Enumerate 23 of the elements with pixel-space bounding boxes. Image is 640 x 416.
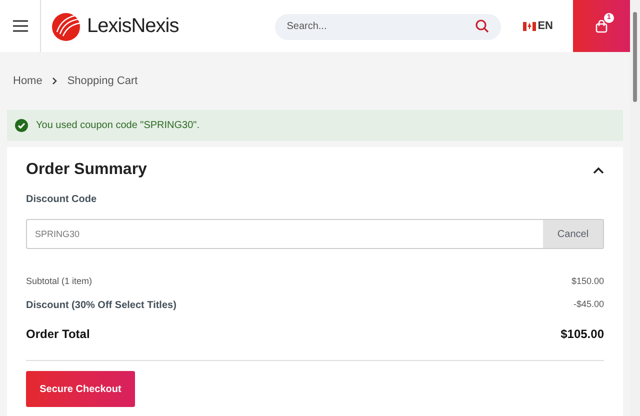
language-selector[interactable]: EN — [538, 18, 553, 34]
search-field[interactable]: Search... — [274, 14, 501, 40]
order-summary-title: Order Summary — [26, 160, 147, 180]
breadcrumb-link[interactable]: Home — [13, 72, 42, 90]
check-circle-icon — [15, 119, 28, 132]
discount-code-label: Discount Code — [26, 193, 98, 207]
collapse-chevron-icon[interactable] — [593, 166, 604, 174]
flag-icon[interactable] — [522, 22, 536, 30]
summary-amount: $105.00 — [560, 326, 604, 343]
logo-text[interactable]: LexisNexis — [87, 11, 179, 41]
summary-label: Order Total — [26, 326, 90, 343]
summary-label: Discount (30% Off Select Titles) — [26, 298, 176, 312]
chevron-right-icon — [52, 77, 58, 85]
shopping-bag-icon — [595, 20, 608, 32]
alert-message: You used coupon code "SPRING30". — [36, 119, 200, 133]
logo-icon — [51, 10, 83, 42]
breadcrumb-link[interactable]: Shopping Cart — [67, 72, 138, 90]
menu-icon[interactable] — [12, 20, 28, 32]
secure-checkout-button[interactable]: Secure Checkout — [26, 371, 135, 407]
summary-label: Subtotal (1 item) — [26, 275, 92, 288]
summary-amount: $150.00 — [571, 275, 604, 288]
summary-amount: -$45.00 — [573, 298, 604, 312]
search-icon[interactable] — [474, 19, 489, 33]
